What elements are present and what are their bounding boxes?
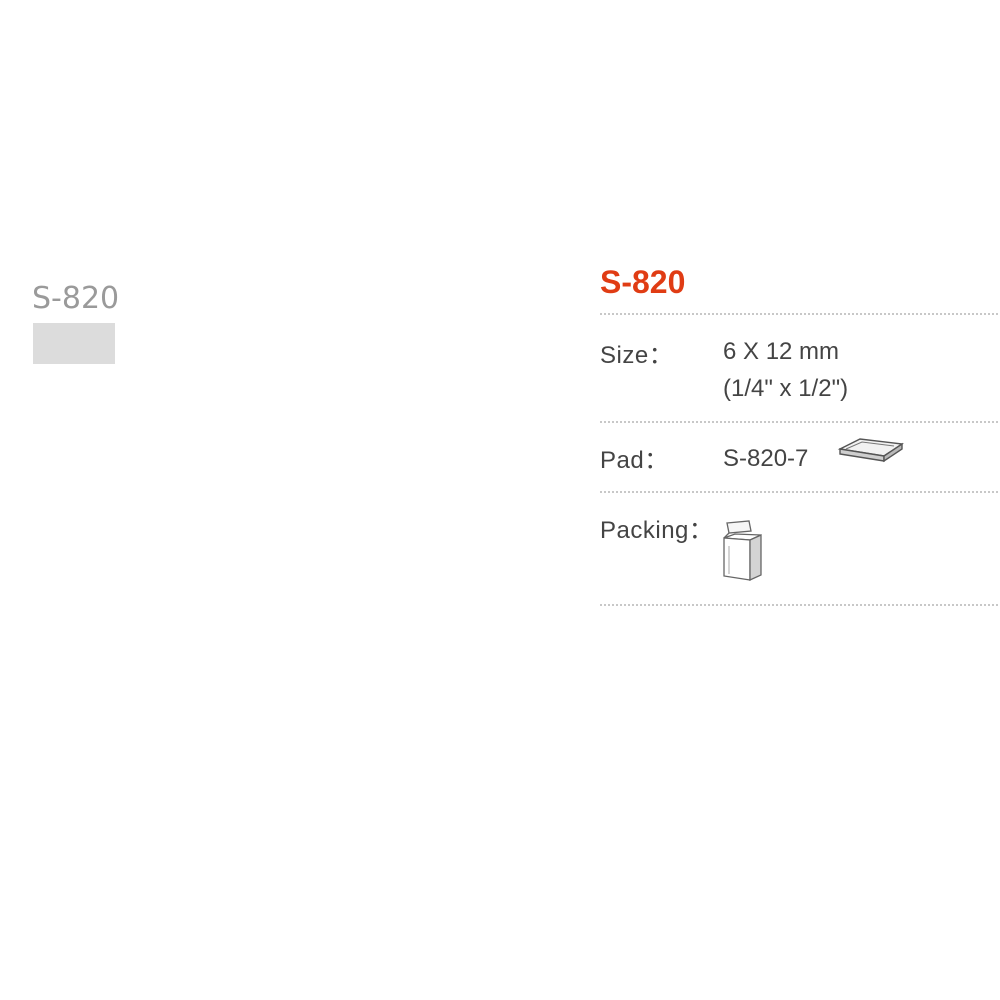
model-label: S-820 — [32, 281, 120, 316]
pad-label: Pad： — [600, 447, 669, 474]
ink-pad-icon — [837, 438, 904, 463]
pad-value: S-820-7 — [723, 445, 809, 472]
size-row: Size： 6 X 12 mm (1/4" x 1/2") — [600, 315, 1000, 421]
model-title: S-820 — [600, 264, 686, 300]
pad-row: Pad： S-820-7 — [600, 423, 1000, 491]
packing-row: Packing： — [600, 493, 1000, 604]
color-swatch — [33, 323, 115, 364]
size-metric: 6 X 12 mm — [723, 338, 840, 365]
box-icon — [723, 520, 762, 582]
size-imperial: (1/4" x 1/2") — [723, 375, 849, 402]
size-label: Size： — [600, 342, 674, 369]
packing-label: Packing： — [600, 517, 714, 544]
divider — [600, 604, 998, 606]
spec-table: S-820 Size： 6 X 12 mm (1/4" x 1/2") Pad：… — [600, 262, 1000, 606]
size-value: 6 X 12 mm (1/4" x 1/2") — [723, 333, 848, 407]
